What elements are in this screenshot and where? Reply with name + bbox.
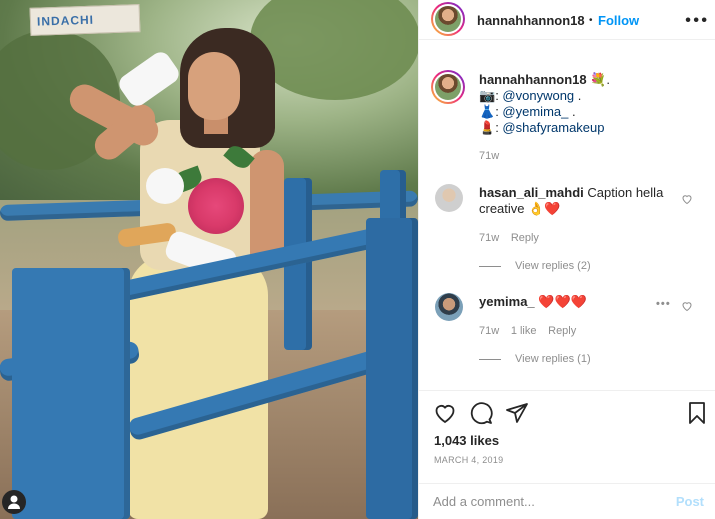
post-comment-button[interactable]: Post xyxy=(676,494,704,509)
comment-like-heart-icon[interactable] xyxy=(681,300,693,312)
post-caption: hannahhannon18 💐. 📷: @vonywong . 👗: @yem… xyxy=(479,72,709,164)
view-replies-label: View replies (2) xyxy=(515,260,591,272)
reply-button[interactable]: Reply xyxy=(548,325,576,337)
comment-username[interactable]: yemima_ xyxy=(479,294,535,309)
share-icon[interactable] xyxy=(505,401,529,425)
follow-button[interactable]: Follow xyxy=(598,13,639,28)
photo-face xyxy=(188,52,240,120)
comment-age: 71w xyxy=(479,232,500,244)
comment-input[interactable] xyxy=(433,494,653,509)
comment-avatar[interactable] xyxy=(435,293,463,321)
reply-button[interactable]: Reply xyxy=(511,232,539,244)
photo-white-flower xyxy=(146,168,184,204)
caption-punct: . xyxy=(574,88,582,103)
comment-text: ❤️❤️❤️ xyxy=(538,294,587,309)
comment-item: yemima_ ❤️❤️❤️ xyxy=(479,294,679,310)
dress-emoji: 👗 xyxy=(479,104,496,119)
post-details-panel: hannahhannon18 • Follow • • • hannahhann… xyxy=(418,0,715,519)
user-icon xyxy=(8,495,20,509)
view-replies-button[interactable]: View replies (1) xyxy=(479,353,591,365)
post-date: MARCH 4, 2019 xyxy=(434,455,504,465)
comment-likes[interactable]: 1 like xyxy=(511,325,537,337)
mention-link[interactable]: @shafyramakeup xyxy=(502,120,604,135)
photo-sign-text: INDACHI xyxy=(36,12,95,29)
caption-emoji: 💐. xyxy=(590,72,611,87)
caption-age: 71w xyxy=(479,150,500,162)
comment-options-icon[interactable]: • • • xyxy=(656,298,670,310)
camera-emoji: 📷 xyxy=(479,88,496,103)
tagged-users-button[interactable] xyxy=(2,490,26,514)
comment-age: 71w xyxy=(479,325,500,337)
comment-like-heart-icon[interactable] xyxy=(681,193,693,205)
fence-post xyxy=(366,218,418,519)
more-options-icon[interactable]: • • • xyxy=(685,12,707,30)
comment-avatar[interactable] xyxy=(435,184,463,212)
add-comment-bar: Post xyxy=(419,483,715,519)
likes-count[interactable]: 1,043 likes xyxy=(434,433,499,448)
mention-link[interactable]: @vonywong xyxy=(502,88,574,103)
caption-punct: . xyxy=(568,104,576,119)
view-replies-label: View replies (1) xyxy=(515,353,591,365)
view-replies-button[interactable]: View replies (2) xyxy=(479,260,591,272)
heart-icon[interactable] xyxy=(433,401,457,425)
header-username[interactable]: hannahhannon18 xyxy=(477,13,585,28)
comment-icon[interactable] xyxy=(469,401,493,425)
comment-meta: 71w 1 like Reply xyxy=(479,322,576,337)
post-photo[interactable]: INDACHI xyxy=(0,0,418,519)
comment-meta: 71w Reply xyxy=(479,229,539,244)
photo-flower xyxy=(188,178,244,234)
photo-sign: INDACHI xyxy=(29,4,141,36)
bookmark-icon[interactable] xyxy=(685,401,709,425)
avatar[interactable] xyxy=(431,2,465,36)
caption-avatar[interactable] xyxy=(431,70,465,104)
post-header: hannahhannon18 • Follow • • • xyxy=(419,0,715,40)
comment-username[interactable]: hasan_ali_mahdi xyxy=(479,185,584,200)
mention-link[interactable]: @yemima_ xyxy=(502,104,568,119)
fence-post xyxy=(12,268,130,519)
separator-dot: • xyxy=(589,15,593,26)
caption-username[interactable]: hannahhannon18 xyxy=(479,72,587,87)
comment-item: hasan_ali_mahdi Caption hella creative 👌… xyxy=(479,185,679,217)
lipstick-emoji: 💄 xyxy=(479,120,496,135)
